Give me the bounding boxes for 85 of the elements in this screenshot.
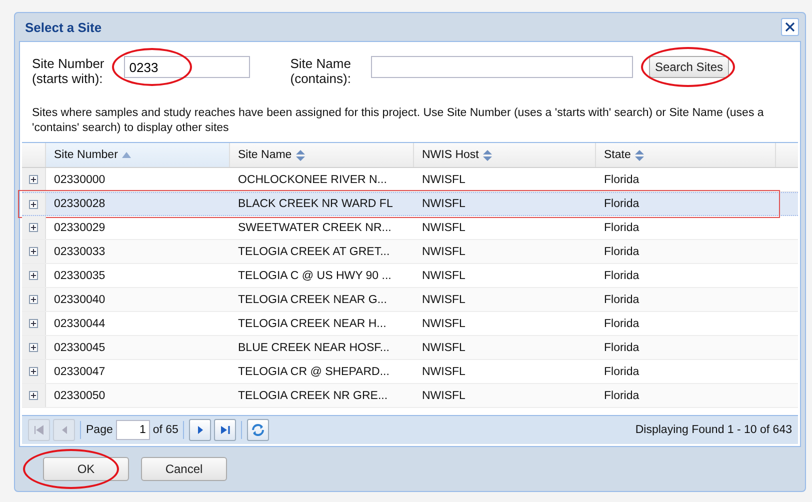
refresh-button[interactable] bbox=[247, 419, 270, 441]
sort-ascending-icon bbox=[122, 152, 131, 158]
table-row[interactable]: 02330045 BLUE CREEK NEAR HOSF... NWISFL Florida bbox=[22, 336, 798, 360]
table-row[interactable]: 02330040 TELOGIA CREEK NEAR G... NWISFL Florida bbox=[22, 288, 798, 312]
table-cell: Florida bbox=[604, 174, 640, 186]
table-cell: Florida bbox=[604, 198, 640, 210]
search-sites-button[interactable]: Search Sites bbox=[648, 56, 729, 78]
table-row[interactable]: 02330033 TELOGIA CREEK AT GRET... NWISFL Florida bbox=[22, 240, 798, 264]
refresh-icon bbox=[251, 423, 266, 437]
next-page-icon bbox=[196, 425, 204, 435]
site-number-field[interactable]: 0233 bbox=[124, 56, 250, 78]
table-cell: 02330029 bbox=[54, 222, 106, 234]
table-cell: TELOGIA CR @ SHEPARD... bbox=[238, 366, 390, 378]
site-name-label: Site Name (contains): bbox=[290, 56, 351, 86]
column-header[interactable]: State bbox=[596, 143, 776, 167]
table-cell: NWISFL bbox=[422, 174, 466, 186]
expand-icon[interactable] bbox=[29, 343, 38, 352]
table-cell: Florida bbox=[604, 342, 640, 354]
table-cell: NWISFL bbox=[422, 294, 466, 306]
previous-page-icon bbox=[60, 425, 68, 435]
table-cell: Florida bbox=[604, 390, 640, 402]
expand-icon[interactable] bbox=[29, 247, 38, 256]
table-cell: BLUE CREEK NEAR HOSF... bbox=[238, 342, 390, 354]
column-header[interactable]: NWIS Host bbox=[414, 143, 596, 167]
table-cell: 02330050 bbox=[54, 390, 106, 402]
paging-status-text: Displaying Found 1 - 10 of 643 bbox=[635, 424, 792, 436]
table-cell: Florida bbox=[604, 222, 640, 234]
site-number-label: Site Number (starts with): bbox=[32, 56, 104, 86]
description-text: Sites where samples and study reaches have been assigned for this project. Use Site Number (uses a 'starts with' search) or Site Name (uses a 'contains' search) to display other sites bbox=[32, 106, 765, 136]
expand-icon[interactable] bbox=[29, 367, 38, 376]
table-cell: 02330000 bbox=[54, 174, 106, 186]
dialog-button[interactable]: OK bbox=[43, 457, 129, 481]
table-cell: NWISFL bbox=[422, 318, 466, 330]
sort-icon bbox=[482, 150, 492, 160]
page-label: Page bbox=[86, 424, 113, 436]
table-cell: Florida bbox=[604, 318, 640, 330]
table-cell: NWISFL bbox=[422, 342, 466, 354]
page-count: of 65 bbox=[152, 424, 178, 436]
last-page-button[interactable] bbox=[214, 419, 236, 441]
dialog-button[interactable]: Cancel bbox=[141, 457, 227, 481]
table-cell: 02330033 bbox=[54, 246, 106, 258]
table-cell: NWISFL bbox=[422, 366, 466, 378]
table-cell: OCHLOCKONEE RIVER N... bbox=[238, 174, 387, 186]
table-cell: BLACK CREEK NR WARD FL bbox=[238, 198, 393, 210]
table-cell: Florida bbox=[604, 366, 640, 378]
table-cell: 02330028 bbox=[54, 198, 106, 210]
expand-icon[interactable] bbox=[29, 175, 38, 184]
table-cell: TELOGIA C @ US HWY 90 ... bbox=[238, 270, 392, 282]
column-header[interactable]: Site Number bbox=[46, 143, 230, 167]
column-header[interactable]: Site Name bbox=[230, 143, 414, 167]
expand-icon[interactable] bbox=[29, 319, 38, 328]
expand-icon[interactable] bbox=[29, 223, 38, 232]
first-page-icon bbox=[34, 425, 44, 435]
expand-icon[interactable] bbox=[29, 391, 38, 400]
table-cell: Florida bbox=[604, 270, 640, 282]
table-cell: NWISFL bbox=[422, 390, 466, 402]
expand-icon[interactable] bbox=[29, 295, 38, 304]
table-cell: TELOGIA CREEK NEAR G... bbox=[238, 294, 387, 306]
window-title: Select a Site bbox=[25, 20, 102, 34]
expand-icon[interactable] bbox=[29, 271, 38, 280]
table-cell: TELOGIA CREEK AT GRET... bbox=[238, 246, 390, 258]
sort-icon bbox=[296, 150, 305, 160]
table-cell: 02330035 bbox=[54, 270, 106, 282]
table-cell: NWISFL bbox=[422, 222, 466, 234]
table-cell: 02330040 bbox=[54, 294, 106, 306]
site-name-field[interactable] bbox=[370, 56, 633, 78]
table-cell: 02330044 bbox=[54, 318, 106, 330]
table-cell: 02330047 bbox=[54, 366, 106, 378]
last-page-icon bbox=[220, 425, 230, 435]
close-icon bbox=[785, 22, 795, 32]
table-cell: Florida bbox=[604, 246, 640, 258]
page-number-field[interactable]: 1 bbox=[116, 420, 150, 440]
table-cell: SWEETWATER CREEK NR... bbox=[238, 222, 392, 234]
table-row[interactable]: 02330050 TELOGIA CREEK NR GRE... NWISFL Florida bbox=[22, 384, 798, 408]
table-cell: NWISFL bbox=[422, 198, 466, 210]
expand-icon[interactable] bbox=[29, 200, 38, 208]
table-cell: NWISFL bbox=[422, 270, 466, 282]
table-cell: 02330045 bbox=[54, 342, 106, 354]
table-cell: TELOGIA CREEK NR GRE... bbox=[238, 390, 388, 402]
close-button[interactable] bbox=[781, 18, 799, 36]
table-cell: TELOGIA CREEK NEAR H... bbox=[238, 318, 386, 330]
table-cell: NWISFL bbox=[422, 246, 466, 258]
table-cell: Florida bbox=[604, 294, 640, 306]
next-page-button[interactable] bbox=[189, 419, 212, 441]
sort-icon bbox=[634, 150, 644, 160]
